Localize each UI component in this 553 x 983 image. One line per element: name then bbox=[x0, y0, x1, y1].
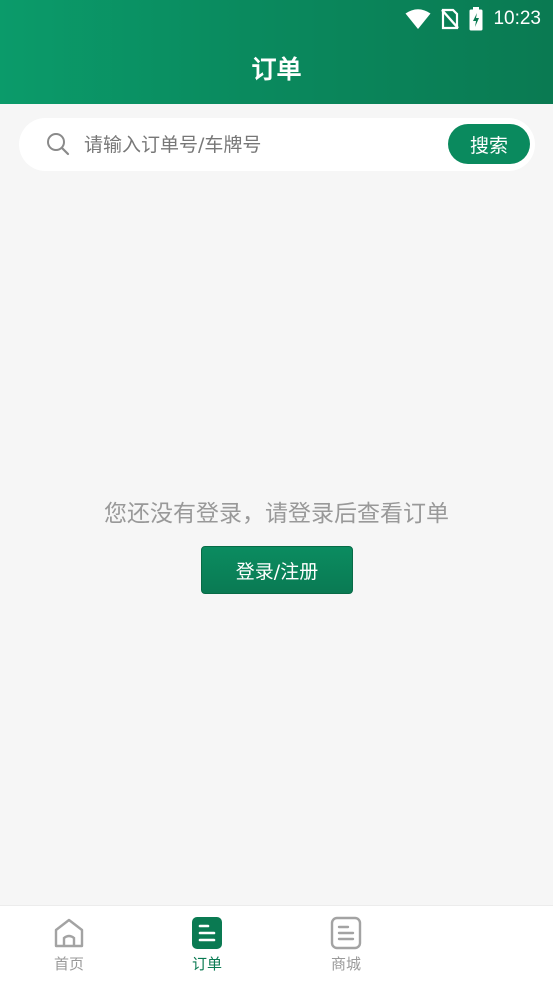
tab-orders[interactable]: 订单 bbox=[167, 916, 247, 980]
tab-mall-label: 商城 bbox=[330, 955, 361, 973]
status-bar: 10:23 bbox=[0, 0, 553, 38]
tab-mall[interactable]: 商城 bbox=[306, 916, 386, 980]
login-register-button[interactable]: 登录/注册 bbox=[201, 546, 353, 594]
home-icon bbox=[54, 918, 84, 948]
order-list-icon bbox=[192, 917, 222, 949]
app-header: 10:23 订单 bbox=[0, 0, 553, 104]
tab-home[interactable]: 首页 bbox=[29, 916, 109, 980]
tab-home-label: 首页 bbox=[53, 955, 84, 973]
search-bar: 搜索 bbox=[19, 118, 535, 171]
search-icon bbox=[47, 133, 70, 156]
tab-orders-label: 订单 bbox=[191, 955, 222, 973]
battery-icon bbox=[469, 7, 483, 31]
page-title: 订单 bbox=[251, 55, 302, 84]
wifi-icon bbox=[405, 9, 431, 29]
no-sim-icon bbox=[441, 8, 460, 30]
login-prompt-text: 您还没有登录，请登录后查看订单 bbox=[104, 501, 449, 527]
search-input[interactable] bbox=[84, 128, 444, 161]
bottom-tab-bar: 首页 订单 商城 bbox=[0, 905, 553, 983]
status-time: 10:23 bbox=[493, 8, 541, 29]
mall-document-icon bbox=[330, 916, 362, 950]
search-button[interactable]: 搜索 bbox=[448, 124, 530, 164]
